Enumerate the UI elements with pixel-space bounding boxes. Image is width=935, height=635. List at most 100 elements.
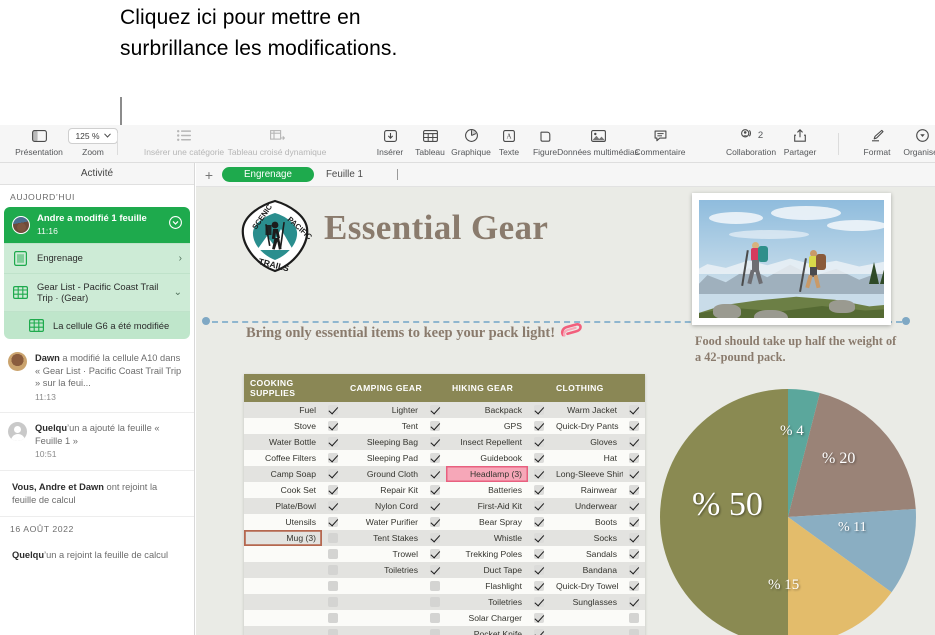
- checkbox-checked-icon[interactable]: [328, 501, 338, 512]
- checkbox-checked-icon[interactable]: [430, 533, 440, 544]
- table-cell-label[interactable]: [244, 562, 322, 578]
- checkbox-checked-icon[interactable]: [629, 581, 639, 592]
- checkbox-checked-icon[interactable]: [629, 485, 639, 496]
- table-cell-checkbox[interactable]: [528, 482, 550, 498]
- table-cell-checkbox[interactable]: [424, 594, 446, 610]
- photo-caption[interactable]: Food should take up half the weight of a…: [695, 333, 900, 365]
- table-row[interactable]: Plate/Bowl Nylon Cord First-Aid Kit Underwe…: [244, 498, 645, 514]
- table-column-header[interactable]: CLOTHING: [550, 374, 645, 402]
- checkbox-checked-icon[interactable]: [534, 533, 544, 544]
- pie-chart[interactable]: % 50 % 4 % 20 % 11 % 15: [658, 387, 918, 635]
- table-row[interactable]: Pocket Knife: [244, 626, 645, 635]
- checkbox-checked-icon[interactable]: [534, 453, 544, 464]
- activity-cell-row[interactable]: La cellule G6 a été modifiée: [4, 311, 190, 340]
- table-cell-label[interactable]: GPS: [446, 418, 528, 434]
- toolbar-zoom-control[interactable]: 125 % Zoom: [56, 127, 130, 157]
- checkbox-checked-icon[interactable]: [629, 597, 639, 608]
- table-cell-checkbox[interactable]: [322, 418, 344, 434]
- checkbox-empty-icon[interactable]: [328, 549, 338, 560]
- table-cell-label[interactable]: Water Bottle: [244, 434, 322, 450]
- table-cell-label[interactable]: Guidebook: [446, 450, 528, 466]
- table-cell-label[interactable]: Headlamp (3): [446, 466, 528, 482]
- table-cell-label[interactable]: [344, 610, 424, 626]
- checkbox-checked-icon[interactable]: [534, 501, 544, 512]
- checkbox-checked-icon[interactable]: [629, 501, 639, 512]
- checkbox-checked-icon[interactable]: [534, 421, 544, 432]
- table-cell-label[interactable]: Tent Stakes: [344, 530, 424, 546]
- table-cell-label[interactable]: [244, 610, 322, 626]
- checkbox-checked-icon[interactable]: [430, 501, 440, 512]
- toolbar-comment-button[interactable]: Commentaire: [622, 127, 698, 157]
- table-cell-label[interactable]: Duct Tape: [446, 562, 528, 578]
- table-row[interactable]: Toiletries Duct Tape Bandana: [244, 562, 645, 578]
- checkbox-checked-icon[interactable]: [534, 437, 544, 448]
- table-cell-label[interactable]: Coffee Filters: [244, 450, 322, 466]
- table-cell-checkbox[interactable]: [623, 514, 645, 530]
- table-row[interactable]: Water Bottle Sleeping Bag Insect Repellent…: [244, 434, 645, 450]
- checkbox-checked-icon[interactable]: [534, 565, 544, 576]
- checkbox-checked-icon[interactable]: [534, 549, 544, 560]
- checkbox-checked-icon[interactable]: [430, 453, 440, 464]
- checkbox-empty-icon[interactable]: [328, 565, 338, 576]
- table-cell-checkbox[interactable]: [528, 418, 550, 434]
- table-cell-checkbox[interactable]: [322, 498, 344, 514]
- table-cell-checkbox[interactable]: [623, 466, 645, 482]
- checkbox-checked-icon[interactable]: [328, 421, 338, 432]
- checkbox-checked-icon[interactable]: [629, 437, 639, 448]
- checkbox-checked-icon[interactable]: [534, 629, 544, 635]
- table-row[interactable]: Coffee Filters Sleeping Pad Guidebook Hat: [244, 450, 645, 466]
- table-cell-label[interactable]: [244, 578, 322, 594]
- checkbox-empty-icon[interactable]: [430, 613, 440, 624]
- activity-entry[interactable]: Dawn a modifié la cellule A10 dans « Gea…: [0, 343, 194, 414]
- checkbox-checked-icon[interactable]: [534, 485, 544, 496]
- table-cell-label[interactable]: Utensils: [244, 514, 322, 530]
- checkbox-empty-icon[interactable]: [629, 629, 639, 635]
- checkbox-empty-icon[interactable]: [430, 581, 440, 592]
- checkbox-checked-icon[interactable]: [328, 469, 338, 480]
- chevron-down-icon[interactable]: ⌄: [174, 287, 182, 298]
- table-column-header[interactable]: COOKING SUPPLIES: [244, 374, 344, 402]
- checkbox-checked-icon[interactable]: [534, 517, 544, 528]
- checkbox-checked-icon[interactable]: [430, 517, 440, 528]
- table-cell-checkbox[interactable]: [424, 434, 446, 450]
- checkbox-checked-icon[interactable]: [430, 485, 440, 496]
- table-cell-label[interactable]: Stove: [244, 418, 322, 434]
- table-cell-checkbox[interactable]: [424, 514, 446, 530]
- table-cell-label[interactable]: Long-Sleeve Shirts: [550, 466, 623, 482]
- table-cell-checkbox[interactable]: [528, 610, 550, 626]
- checkbox-checked-icon[interactable]: [430, 549, 440, 560]
- table-cell-checkbox[interactable]: [322, 610, 344, 626]
- table-cell-checkbox[interactable]: [322, 578, 344, 594]
- checkbox-checked-icon[interactable]: [629, 565, 639, 576]
- table-cell-checkbox[interactable]: [623, 578, 645, 594]
- table-row[interactable]: Fuel Lighter Backpack Warm Jacket: [244, 402, 645, 418]
- table-cell-label[interactable]: Flashlight: [446, 578, 528, 594]
- table-cell-checkbox[interactable]: [424, 562, 446, 578]
- checkbox-checked-icon[interactable]: [629, 421, 639, 432]
- table-row[interactable]: Stove Tent GPS Quick-Dry Pants: [244, 418, 645, 434]
- table-cell-label[interactable]: Warm Jacket: [550, 402, 623, 418]
- table-cell-label[interactable]: [344, 626, 424, 635]
- table-cell-checkbox[interactable]: [623, 530, 645, 546]
- table-cell-label[interactable]: [244, 594, 322, 610]
- table-cell-checkbox[interactable]: [424, 450, 446, 466]
- table-cell-checkbox[interactable]: [623, 610, 645, 626]
- trail-logo[interactable]: SCENIC PACIFIC TRAILS: [237, 198, 314, 274]
- table-cell-checkbox[interactable]: [424, 498, 446, 514]
- table-cell-checkbox[interactable]: [623, 418, 645, 434]
- table-cell-label[interactable]: Fuel: [244, 402, 322, 418]
- table-cell-checkbox[interactable]: [623, 434, 645, 450]
- table-cell-label[interactable]: [344, 578, 424, 594]
- table-cell-checkbox[interactable]: [528, 402, 550, 418]
- checkbox-empty-icon[interactable]: [629, 613, 639, 624]
- checkbox-checked-icon[interactable]: [629, 453, 639, 464]
- checkbox-checked-icon[interactable]: [534, 405, 544, 416]
- checkbox-checked-icon[interactable]: [629, 405, 639, 416]
- table-cell-label[interactable]: Plate/Bowl: [244, 498, 322, 514]
- table-cell-label[interactable]: Batteries: [446, 482, 528, 498]
- table-cell-checkbox[interactable]: [424, 482, 446, 498]
- table-cell-checkbox[interactable]: [424, 530, 446, 546]
- toolbar-share-button[interactable]: Partager: [763, 127, 837, 157]
- table-cell-label[interactable]: [344, 594, 424, 610]
- table-cell-label[interactable]: [550, 610, 623, 626]
